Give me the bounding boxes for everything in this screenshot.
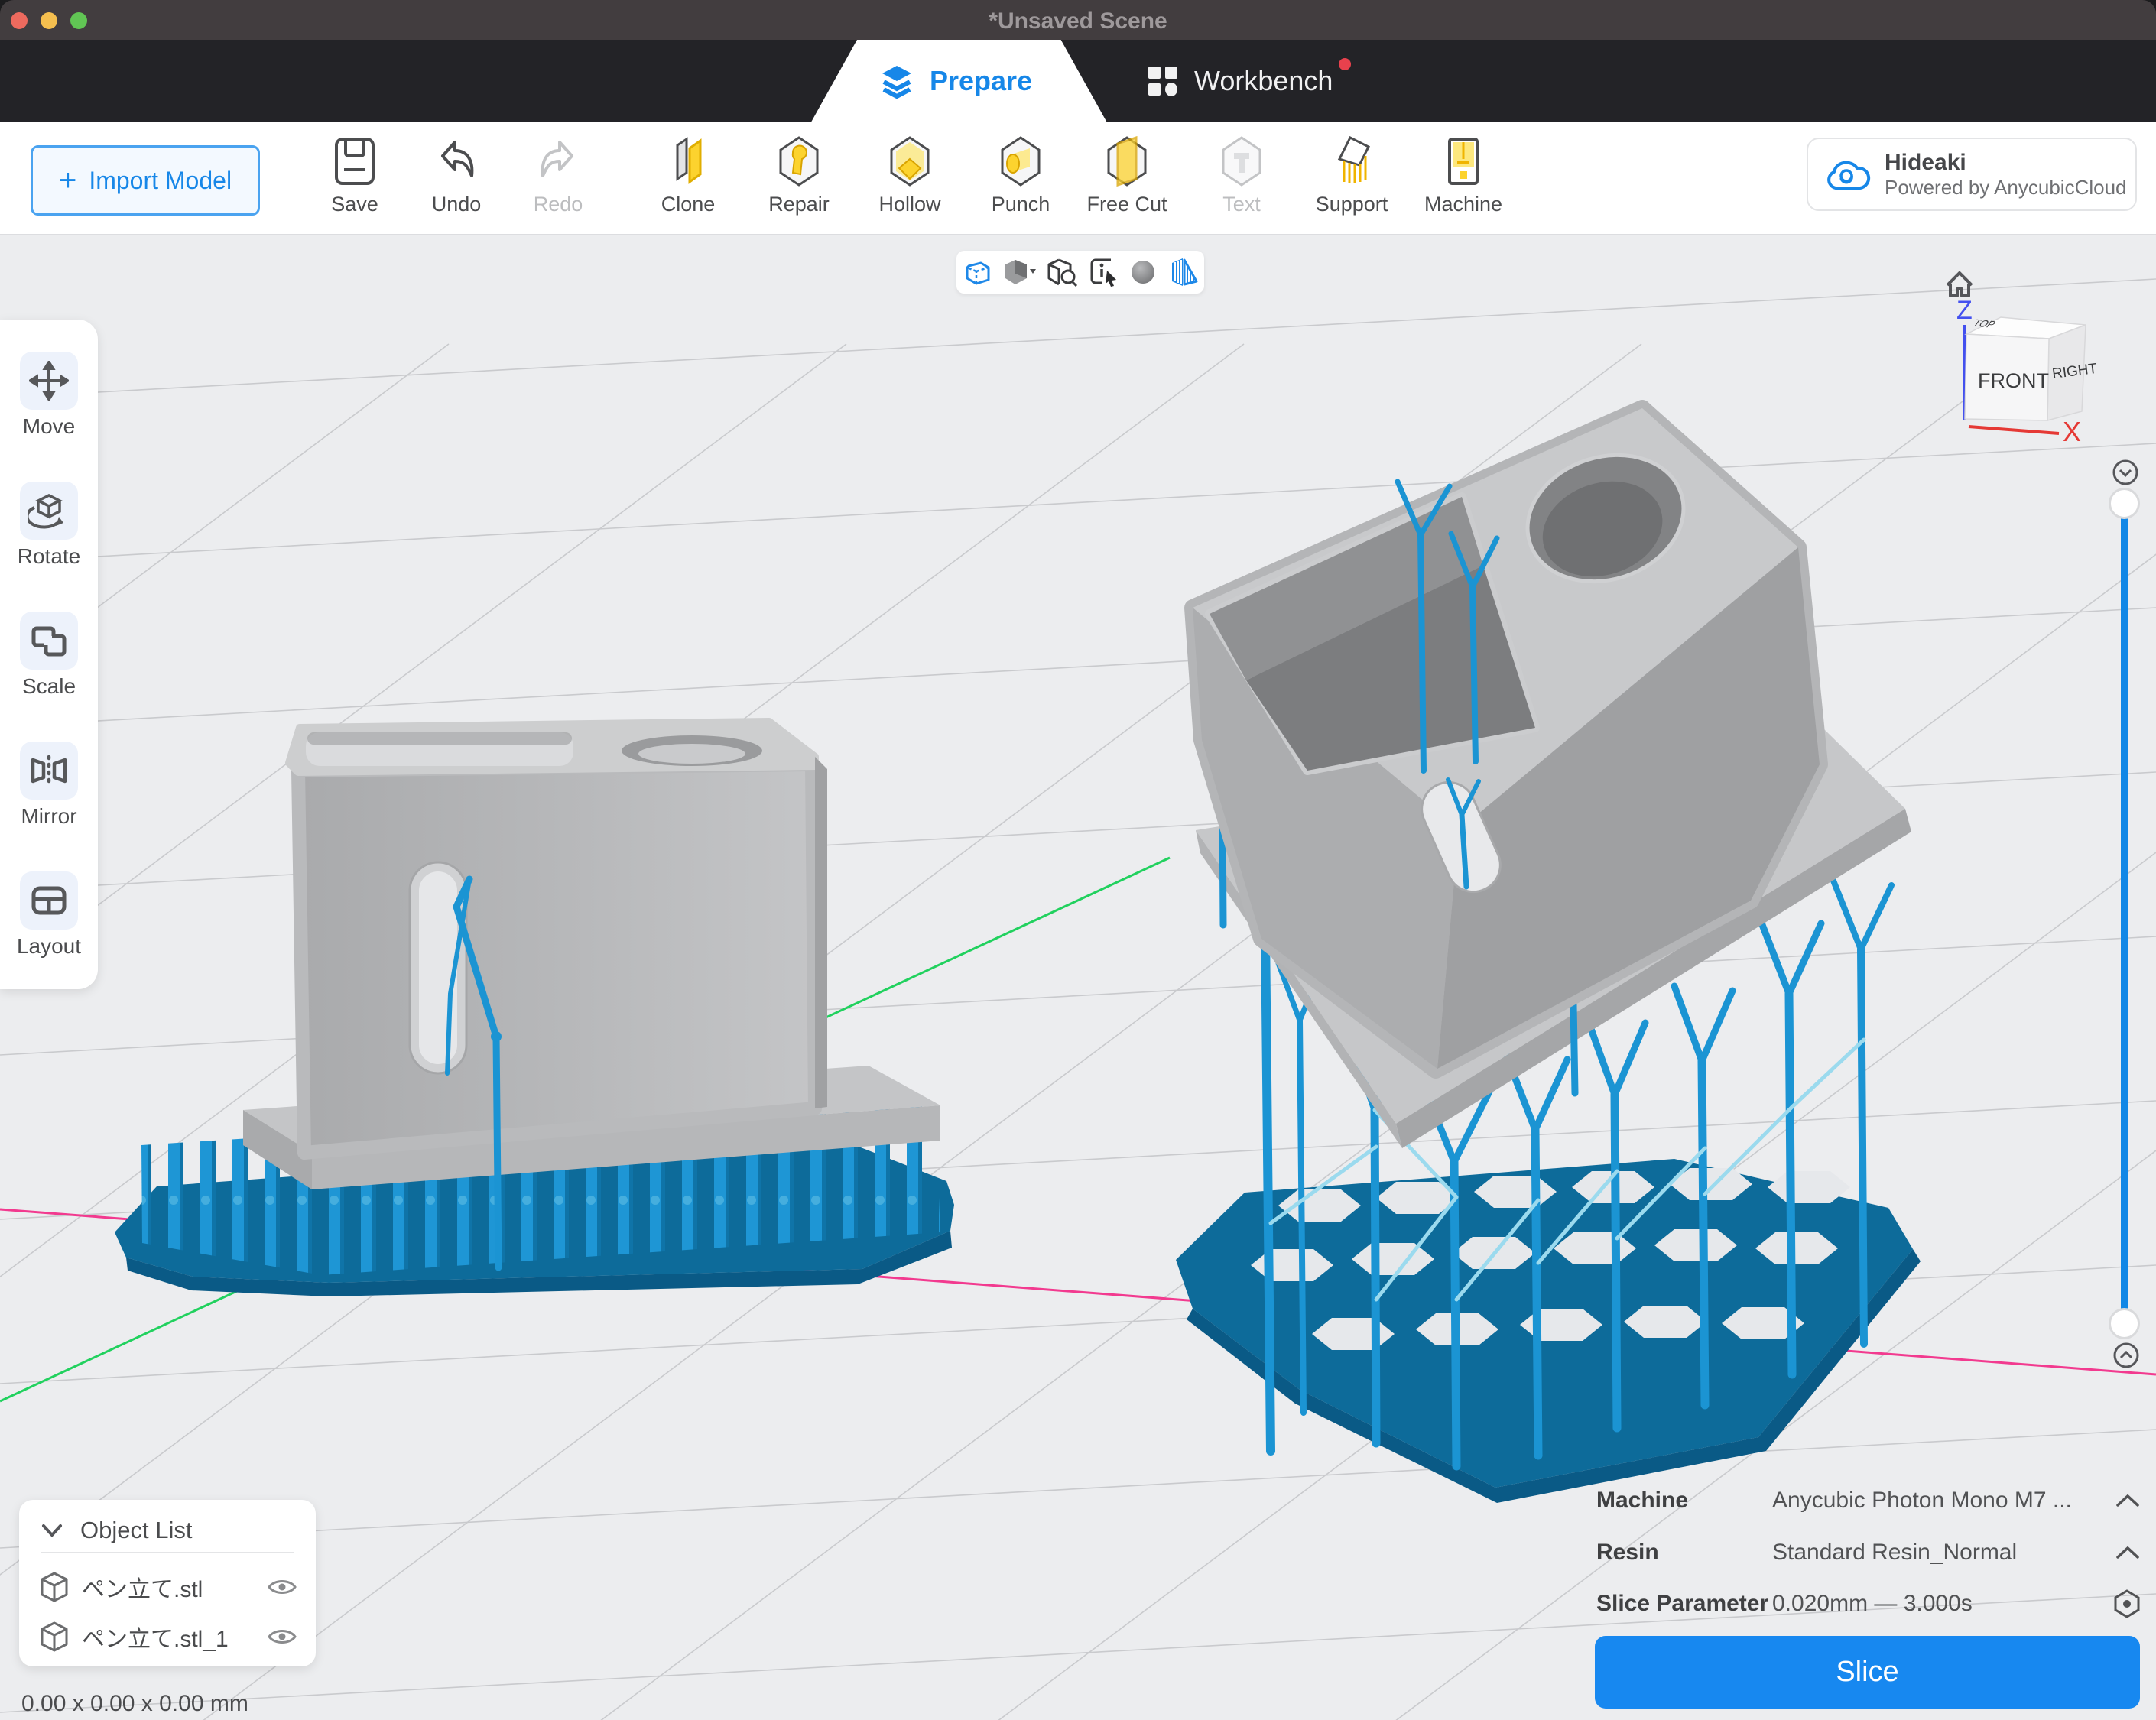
divider [41,1552,294,1553]
undo-button[interactable]: Undo [407,136,505,216]
layer-slider-track[interactable] [2121,503,2128,1323]
window-titlebar: *Unsaved Scene [0,0,2156,40]
wireframe-view-icon[interactable] [962,257,992,287]
support-icon [1327,136,1376,187]
sidebar-item-rotate[interactable]: Rotate [0,482,98,569]
object-list-title: Object List [80,1517,192,1544]
plus-icon: + [59,164,76,198]
visibility-eye-icon[interactable] [267,1626,297,1647]
view-cube-widget[interactable]: Z X FRONT RIGHT TOP [1938,256,2129,447]
object-list-panel: Object List ペン立て.stl ペン立て.stl_1 [19,1500,316,1666]
machine-button[interactable]: Machine [1414,136,1512,216]
text-button[interactable]: Text [1193,136,1291,216]
free-cut-icon [1102,136,1151,187]
hollow-icon [885,136,934,187]
resin-label: Resin [1596,1540,1772,1566]
slice-preview-icon[interactable] [1167,257,1200,287]
tab-prepare[interactable]: Prepare [791,40,1120,122]
chevron-up-icon[interactable] [2115,1492,2141,1509]
prepare-layers-icon [879,63,914,99]
save-icon [330,136,379,187]
redo-icon [534,136,583,187]
main-toolbar: + Import Model Save Undo Redo Clone [0,122,2156,235]
matcap-sphere-icon[interactable] [1128,258,1158,287]
clone-button[interactable]: Clone [639,136,737,216]
workbench-notification-dot [1339,58,1351,70]
view-cube-front-label[interactable]: FRONT [1978,369,2049,392]
punch-icon [996,136,1045,187]
selection-dimensions: 0.00 x 0.00 x 0.00 mm [21,1691,248,1717]
undo-icon [432,136,481,187]
repair-icon [774,136,823,187]
object-list-row[interactable]: ペン立て.stl [41,1570,297,1604]
workbench-grid-icon [1147,65,1179,97]
machine-value: Anycubic Photon Mono M7 ... [1772,1488,2115,1514]
repair-button[interactable]: Repair [750,136,848,216]
move-icon [29,361,69,401]
window-title: *Unsaved Scene [0,8,2156,34]
home-view-icon[interactable] [1947,273,1972,296]
right-model[interactable] [1176,408,1921,1503]
mesh-cube-icon [41,1621,68,1652]
redo-button[interactable]: Redo [509,136,607,216]
slice-parameter-value: 0.020mm — 3.000s [1772,1591,2113,1617]
mirror-icon [28,751,70,790]
sidebar-item-layout[interactable]: Layout [0,871,98,959]
mesh-cube-icon [41,1572,68,1602]
tab-workbench-label: Workbench [1194,65,1333,97]
sidebar-item-scale[interactable]: Scale [0,612,98,699]
parameter-settings-icon[interactable] [2113,1589,2141,1618]
import-model-label: Import Model [89,167,232,195]
transform-sidebar: Move Rotate Scale Mirror Layout [0,320,98,989]
layer-slider-knob-top[interactable] [2109,488,2140,519]
slice-button-label: Slice [1836,1656,1898,1689]
machine-label: Machine [1596,1488,1772,1514]
machine-icon [1439,136,1488,187]
hollow-button[interactable]: Hollow [861,136,959,216]
chevron-up-icon[interactable] [2115,1544,2141,1561]
resin-setting-row[interactable]: Resin Standard Resin_Normal [1596,1536,2141,1569]
slider-collapse-icon[interactable] [2112,459,2139,486]
sidebar-item-move[interactable]: Move [0,352,98,439]
tab-prepare-label: Prepare [930,65,1032,97]
account-subtitle: Powered by AnycubicCloud [1885,176,2127,200]
free-cut-button[interactable]: Free Cut [1078,136,1176,216]
import-model-button[interactable]: + Import Model [31,145,260,216]
layout-icon [29,881,69,920]
anycubic-cloud-icon [1825,157,1871,191]
resin-value: Standard Resin_Normal [1772,1540,2115,1566]
z-axis-label: Z [1956,296,1973,325]
visibility-eye-icon[interactable] [267,1576,297,1598]
slice-parameter-row[interactable]: Slice Parameter 0.020mm — 3.000s [1596,1587,2141,1621]
object-name: ペン立て.stl [82,1570,253,1604]
inspect-model-icon[interactable] [1046,257,1078,287]
machine-setting-row[interactable]: Machine Anycubic Photon Mono M7 ... [1596,1484,2141,1517]
save-button[interactable]: Save [306,136,404,216]
collapse-chevron-icon[interactable] [41,1522,63,1539]
account-badge[interactable]: Hideaki Powered by AnycubicCloud [1807,138,2137,211]
account-name: Hideaki [1885,150,2127,176]
scale-icon [29,621,69,660]
viewport-toolbar [956,251,1204,294]
layer-slider-knob-bottom[interactable] [2109,1308,2140,1339]
support-button[interactable]: Support [1303,136,1401,216]
object-list-row[interactable]: ペン立て.stl_1 [41,1620,297,1653]
mode-tab-bar: Prepare Workbench [0,40,2156,122]
text-icon [1217,136,1266,187]
model-info-icon[interactable] [1088,257,1119,287]
slider-expand-icon[interactable] [2112,1342,2140,1369]
x-axis-label: X [2063,416,2081,447]
object-name: ペン立て.stl_1 [82,1620,253,1653]
tab-workbench[interactable]: Workbench [1124,40,1356,122]
rotate-icon [28,491,70,531]
shaded-view-icon[interactable] [1002,257,1036,287]
slice-parameter-label: Slice Parameter [1596,1591,1772,1617]
sidebar-item-mirror[interactable]: Mirror [0,742,98,829]
clone-icon [664,136,713,187]
slice-button[interactable]: Slice [1595,1636,2140,1709]
view-cube[interactable]: FRONT RIGHT TOP [1965,317,2099,420]
punch-button[interactable]: Punch [972,136,1070,216]
